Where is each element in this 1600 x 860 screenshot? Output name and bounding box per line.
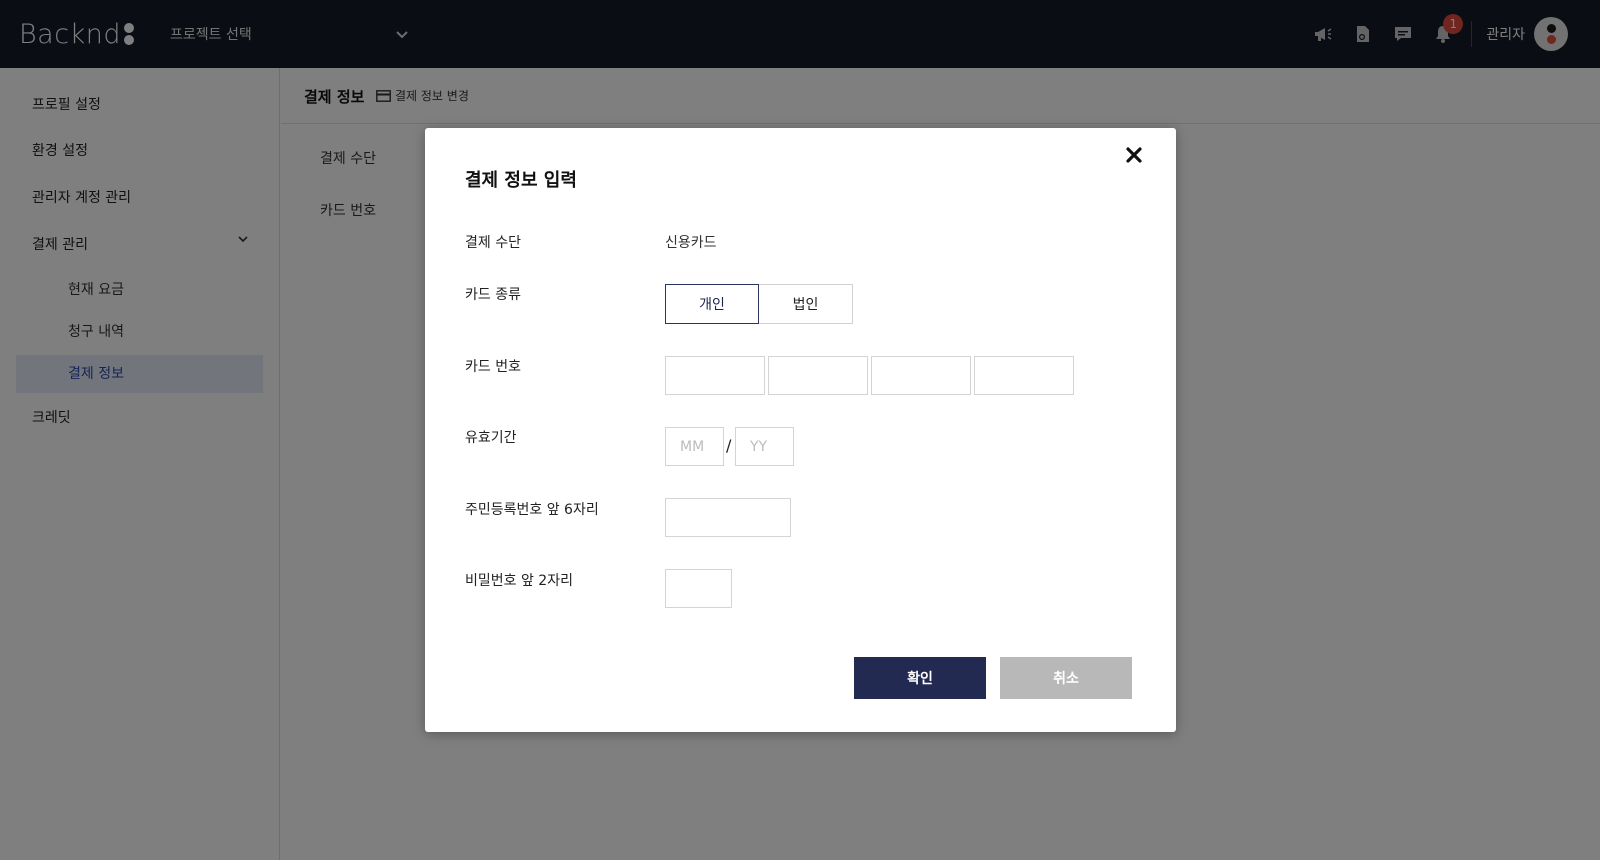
payment-method-value: 신용카드 [665, 235, 717, 251]
confirm-button[interactable]: 확인 [854, 657, 986, 699]
card-type-toggle: 개인 법인 [665, 284, 853, 324]
cancel-button[interactable]: 취소 [1000, 657, 1132, 699]
expiry-separator: / [726, 436, 732, 455]
expiry-year-input[interactable] [735, 427, 794, 466]
password-input[interactable] [665, 569, 732, 608]
payment-method-label: 결제 수단 [465, 235, 521, 251]
card-type-label: 카드 종류 [465, 287, 521, 303]
card-number-label: 카드 번호 [465, 359, 521, 375]
expiry-label: 유효기간 [465, 430, 517, 446]
card-number-input-4[interactable] [974, 356, 1074, 395]
card-number-input-2[interactable] [768, 356, 868, 395]
rrn-input[interactable] [665, 498, 791, 537]
card-type-corporate-button[interactable]: 법인 [759, 284, 853, 324]
modal-title: 결제 정보 입력 [465, 170, 577, 191]
payment-info-modal: 결제 정보 입력 결제 수단 신용카드 카드 종류 개인 법인 카드 번호 유효… [425, 128, 1176, 732]
password-label: 비밀번호 앞 2자리 [465, 573, 573, 589]
card-number-input-3[interactable] [871, 356, 971, 395]
close-icon[interactable] [1125, 146, 1143, 164]
rrn-label: 주민등록번호 앞 6자리 [465, 502, 599, 518]
card-number-input-1[interactable] [665, 356, 765, 395]
expiry-month-input[interactable] [665, 427, 724, 466]
card-type-personal-button[interactable]: 개인 [665, 284, 759, 324]
